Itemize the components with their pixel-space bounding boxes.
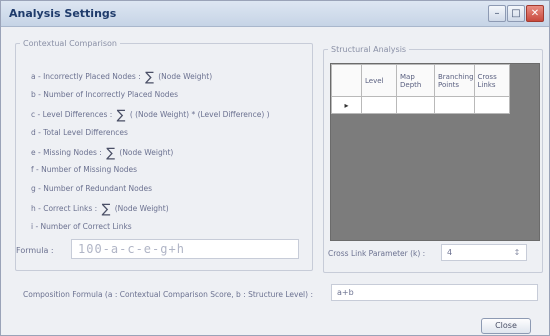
analysis-settings-window: Analysis Settings – □ ✕ Contextual Compa…	[0, 0, 550, 336]
criterion-g: g - Number of Redundant Nodes	[31, 184, 152, 193]
cell-map-depth[interactable]	[396, 96, 435, 114]
composition-formula-label: Composition Formula (a : Contextual Comp…	[23, 290, 313, 299]
cell-branching-points[interactable]	[434, 96, 475, 114]
sigma-icon: ∑	[116, 108, 126, 123]
structural-analysis-table: Level Map Depth Branching Points Cross L…	[331, 64, 510, 114]
minimize-icon[interactable]: –	[488, 5, 506, 22]
close-icon[interactable]: ✕	[526, 5, 544, 22]
column-header-map-depth[interactable]: Map Depth	[396, 64, 435, 97]
criterion-a-formula: (Node Weight)	[158, 72, 213, 81]
formula-input[interactable]: 100-a-c-e-g+h	[71, 239, 299, 259]
row-selector-header	[331, 64, 362, 97]
sigma-icon: ∑	[101, 202, 111, 217]
column-header-cross-links[interactable]: Cross Links	[473, 64, 510, 97]
formula-label: Formula :	[16, 246, 54, 255]
criterion-b: b - Number of Incorrectly Placed Nodes	[31, 90, 178, 99]
title-bar: Analysis Settings – □ ✕	[1, 1, 549, 27]
structural-analysis-legend: Structural Analysis	[331, 45, 407, 54]
criterion-g-label: g - Number of Redundant Nodes	[31, 184, 153, 193]
column-header-branching-points[interactable]: Branching Points	[434, 64, 475, 97]
close-button[interactable]: Close	[481, 318, 531, 334]
criterion-c-formula: ( (Node Weight) * (Level Difference) )	[129, 110, 270, 119]
contextual-comparison-group: Contextual Comparison a - Incorrectly Pl…	[15, 39, 313, 271]
composition-formula-input[interactable]: a+b	[331, 284, 538, 301]
criterion-d-label: d - Total Level Differences	[31, 128, 128, 137]
table-row[interactable]: ▸	[331, 96, 510, 114]
criterion-f: f - Number of Missing Nodes	[31, 165, 137, 174]
criterion-a: a - Incorrectly Placed Nodes : ∑ (Node W…	[31, 70, 212, 85]
criterion-e: e - Missing Nodes : ∑ (Node Weight)	[31, 146, 173, 161]
criterion-a-label: a - Incorrectly Placed Nodes :	[31, 72, 141, 81]
criterion-c: c - Level Differences : ∑ ( (Node Weight…	[31, 108, 270, 123]
cell-level[interactable]	[361, 96, 397, 114]
column-header-level[interactable]: Level	[361, 64, 397, 97]
criterion-h-formula: (Node Weight)	[114, 204, 169, 213]
criterion-d: d - Total Level Differences	[31, 128, 128, 137]
criterion-e-formula: (Node Weight)	[119, 148, 174, 157]
criterion-b-label: b - Number of Incorrectly Placed Nodes	[31, 90, 179, 99]
criterion-c-label: c - Level Differences :	[31, 110, 113, 119]
spinner-arrows-icon[interactable]: ↕	[510, 246, 524, 259]
criterion-h-label: h - Correct Links :	[31, 204, 98, 213]
criterion-f-label: f - Number of Missing Nodes	[31, 165, 138, 174]
criterion-e-label: e - Missing Nodes :	[31, 148, 102, 157]
sigma-icon: ∑	[106, 146, 115, 161]
row-marker-icon[interactable]: ▸	[331, 96, 362, 114]
structural-analysis-grid[interactable]: Level Map Depth Branching Points Cross L…	[330, 63, 540, 241]
criterion-h: h - Correct Links : ∑ (Node Weight)	[31, 202, 169, 217]
criterion-i-label: i - Number of Correct Links	[31, 222, 132, 231]
cell-cross-links[interactable]	[473, 96, 510, 114]
contextual-comparison-legend: Contextual Comparison	[23, 39, 117, 48]
sigma-icon: ∑	[145, 70, 154, 85]
window-title: Analysis Settings	[9, 7, 117, 20]
maximize-icon[interactable]: □	[507, 5, 525, 22]
criterion-i: i - Number of Correct Links	[31, 222, 132, 231]
cross-link-parameter-label: Cross Link Parameter (k) :	[328, 249, 426, 258]
table-header-row: Level Map Depth Branching Points Cross L…	[331, 64, 510, 97]
